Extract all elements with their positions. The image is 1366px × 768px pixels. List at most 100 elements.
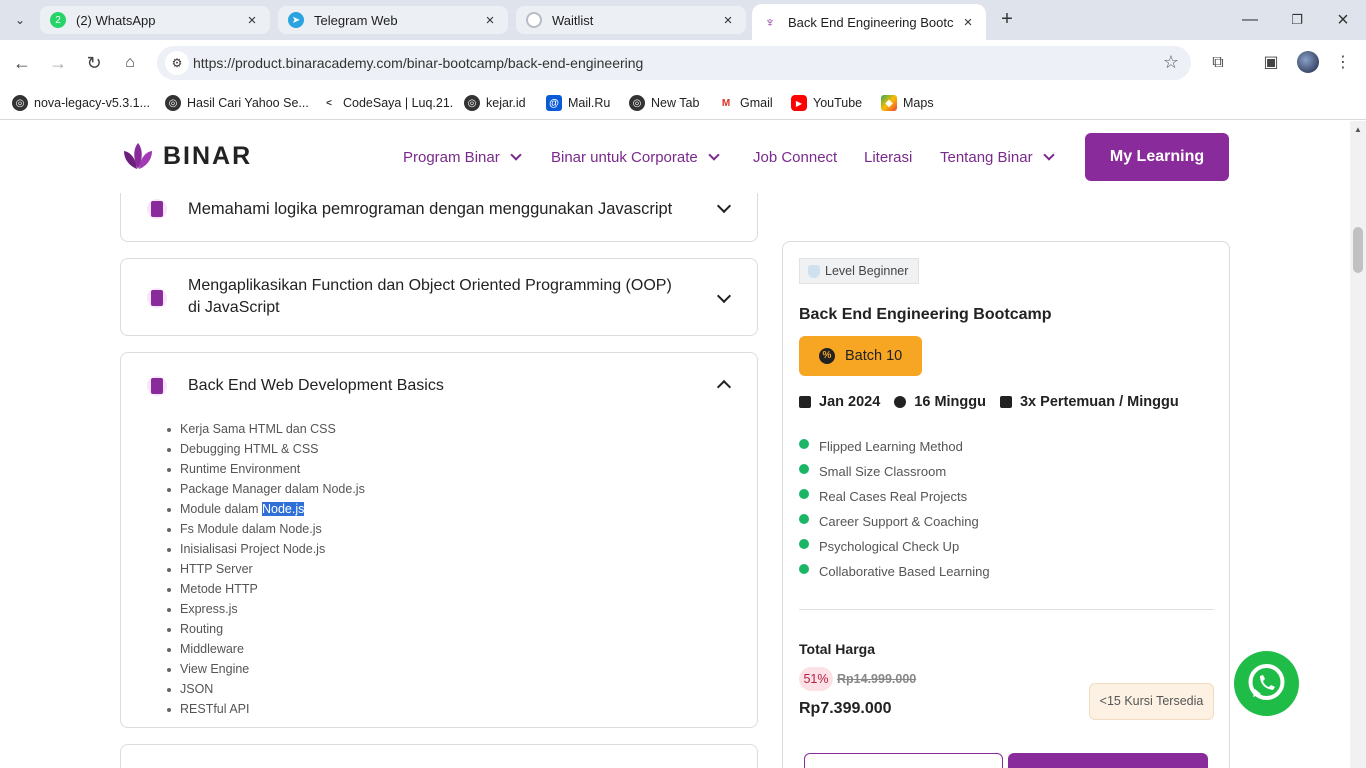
accordion-function-oop[interactable]: Mengaplikasikan Function dan Object Orie… <box>120 258 758 336</box>
code-icon: < <box>326 97 332 109</box>
menu-kebab-icon[interactable]: ⋮ <box>1332 52 1354 74</box>
nav-label: Literasi <box>864 149 913 166</box>
address-bar[interactable]: ⚙ https://product.binaracademy.com/binar… <box>157 46 1191 80</box>
bookmark-maps[interactable]: ◆ Maps <box>881 93 934 113</box>
loading-icon <box>526 12 542 28</box>
bookmark-codesaya[interactable]: < CodeSaya | Luq.21. <box>321 93 453 113</box>
binar-logo[interactable]: BINAR <box>121 139 252 173</box>
check-circle-icon <box>799 488 809 499</box>
bookmark-yahoo[interactable]: ◎ Hasil Cari Yahoo Se... <box>165 93 309 113</box>
nav-label: Job Connect <box>753 149 838 166</box>
feature-label: Small Size Classroom <box>819 464 947 479</box>
nav-binar-corporate[interactable]: Binar untuk Corporate <box>551 149 720 166</box>
chevron-down-icon[interactable] <box>716 288 732 304</box>
list-item: Runtime Environment <box>167 459 365 479</box>
primary-action-button[interactable] <box>1008 753 1208 768</box>
page-scrollbar[interactable]: ▲ <box>1350 121 1366 768</box>
bookmark-gmail[interactable]: M Gmail <box>718 93 773 113</box>
bookmark-label: kejar.id <box>486 96 526 110</box>
nav-program-binar[interactable]: Program Binar <box>403 149 522 166</box>
bookmark-star-icon[interactable]: ☆ <box>1163 52 1179 73</box>
close-window-icon[interactable]: × <box>1331 8 1355 32</box>
tab-close-icon[interactable]: × <box>720 12 736 29</box>
feature-label: Real Cases Real Projects <box>819 489 968 504</box>
seats-available-badge: <15 Kursi Tersedia <box>1089 683 1214 720</box>
bookmark-mailru[interactable]: @ Mail.Ru <box>546 93 610 113</box>
batch-badge: % Batch 10 <box>799 336 922 376</box>
new-tab-icon[interactable]: + <box>996 8 1018 30</box>
whatsapp-chat-button[interactable] <box>1234 651 1299 716</box>
minimize-icon[interactable]: — <box>1238 8 1262 32</box>
secondary-action-button[interactable] <box>804 753 1003 768</box>
list-item: Inisialisasi Project Node.js <box>167 539 365 559</box>
check-circle-icon <box>799 563 809 574</box>
youtube-icon: ▶ <box>791 95 807 111</box>
my-learning-button[interactable]: My Learning <box>1085 133 1229 181</box>
restore-icon[interactable]: ❐ <box>1285 8 1309 32</box>
bookmarks-bar: ◎ nova-legacy-v5.3.1... ◎ Hasil Cari Yah… <box>0 86 1366 120</box>
original-price: Rp14.999.000 <box>837 672 917 686</box>
back-icon[interactable]: ← <box>10 51 34 75</box>
bookmark-new-tab[interactable]: ◎ New Tab <box>629 93 699 113</box>
reload-icon[interactable]: ↻ <box>82 51 106 75</box>
tab-close-icon[interactable]: × <box>244 12 260 29</box>
chevron-down-icon[interactable] <box>716 198 732 214</box>
scrollbar-thumb[interactable] <box>1353 227 1363 273</box>
product-title: Back End Engineering Bootcamp <box>799 306 1052 323</box>
home-icon[interactable]: ⌂ <box>118 51 142 75</box>
tab-binar-active[interactable]: ♆ Back End Engineering Bootcam × <box>752 4 986 40</box>
site-info-icon[interactable]: ⚙ <box>165 51 189 75</box>
list-item: Psychological Check Up <box>799 534 990 559</box>
bookmark-kejar[interactable]: ◎ kejar.id <box>464 93 526 113</box>
list-item: Package Manager dalam Node.js <box>167 479 365 499</box>
tab-waitlist[interactable]: Waitlist × <box>516 6 746 34</box>
side-panel-icon[interactable]: ▣ <box>1260 52 1282 74</box>
list-item: JSON <box>167 679 365 699</box>
bookmark-label: YouTube <box>813 96 863 110</box>
chevron-down-icon <box>1042 149 1055 161</box>
accordion-next-module[interactable] <box>120 744 758 768</box>
tab-search-chevron-icon[interactable]: ⌄ <box>10 10 30 30</box>
binar-lotus-icon <box>124 143 152 169</box>
site-header: BINAR Program Binar Binar untuk Corporat… <box>0 121 1350 193</box>
check-circle-icon <box>799 538 809 549</box>
feature-label: Career Support & Coaching <box>819 514 979 529</box>
clock-icon <box>894 396 907 408</box>
tab-close-icon[interactable]: × <box>482 12 498 29</box>
list-item-text: Module dalam <box>180 502 262 516</box>
tab-telegram[interactable]: ➤ Telegram Web × <box>278 6 508 34</box>
list-item: Collaborative Based Learning <box>799 559 990 584</box>
nav-literasi[interactable]: Literasi <box>864 149 912 166</box>
module-book-icon <box>147 376 167 396</box>
accordion-backend-basics[interactable]: Back End Web Development Basics Kerja Sa… <box>120 352 758 728</box>
check-circle-icon <box>799 513 809 524</box>
chevron-up-icon[interactable] <box>716 379 732 395</box>
feature-label: Collaborative Based Learning <box>819 564 990 579</box>
divider <box>799 609 1214 610</box>
tab-whatsapp[interactable]: 2 (2) WhatsApp × <box>40 6 270 34</box>
list-item: RESTful API <box>167 699 365 719</box>
feature-list: Flipped Learning Method Small Size Class… <box>799 434 990 584</box>
globe-icon: ◎ <box>629 95 645 111</box>
extensions-icon[interactable]: ⧉ <box>1207 52 1229 74</box>
feature-label: Flipped Learning Method <box>819 439 963 454</box>
bookmark-youtube[interactable]: ▶ YouTube <box>791 93 862 113</box>
page-viewport: Memahami logika pemrograman dengan mengg… <box>0 121 1366 768</box>
url-text[interactable]: https://product.binaracademy.com/binar-b… <box>193 55 643 71</box>
list-item: Career Support & Coaching <box>799 509 990 534</box>
nav-tentang-binar[interactable]: Tentang Binar <box>940 149 1055 166</box>
nav-job-connect[interactable]: Job Connect <box>753 149 837 166</box>
chevron-down-icon <box>510 149 522 161</box>
list-item: Flipped Learning Method <box>799 434 990 459</box>
tab-label: (2) WhatsApp <box>76 12 156 28</box>
scroll-up-arrow-icon[interactable]: ▲ <box>1354 125 1362 134</box>
profile-avatar[interactable] <box>1297 51 1319 73</box>
start-date: Jan 2024 <box>819 394 881 410</box>
browser-toolbar: ← → ↻ ⌂ ⚙ https://product.binaracademy.c… <box>0 40 1366 86</box>
accordion-title: Memahami logika pemrograman dengan mengg… <box>188 200 673 218</box>
tab-close-icon[interactable]: × <box>960 14 976 31</box>
globe-icon: ◎ <box>165 95 181 111</box>
forward-icon[interactable]: → <box>46 51 70 75</box>
bookmark-nova-legacy[interactable]: ◎ nova-legacy-v5.3.1... <box>12 93 150 113</box>
batch-label: Batch 10 <box>845 348 903 364</box>
